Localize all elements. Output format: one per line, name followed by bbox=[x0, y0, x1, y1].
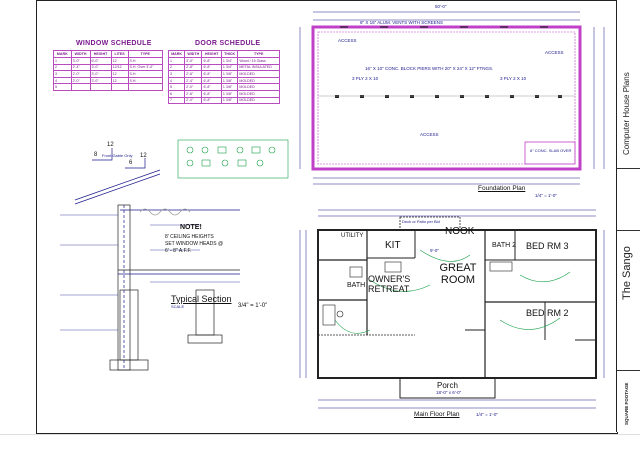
pitch-run-label: 12 bbox=[107, 142, 114, 148]
room-great-room: GREAT ROOM bbox=[439, 262, 477, 286]
deck-note: Deck or Patio per Bid bbox=[402, 219, 440, 224]
page-footer-strip bbox=[0, 434, 640, 461]
room-bath2: BATH 2 bbox=[492, 242, 516, 249]
beam-left-label: 3 PLY 2 X 10 bbox=[352, 76, 379, 81]
section-note-line: 6' - 8" A.F.F. bbox=[165, 248, 192, 254]
title-block-divider bbox=[617, 370, 640, 371]
section-note-text: 8' CEILING HEIGHTS SET WINDOW HEADS @ 6'… bbox=[165, 234, 223, 255]
title-block: Computer House Plans The Sango SQUARE FO… bbox=[616, 0, 640, 432]
foundation-width-dim: 50'-0" bbox=[435, 4, 447, 9]
room-bed3: BED RM 3 bbox=[526, 241, 569, 251]
section-note-title: NOTE! bbox=[180, 224, 202, 231]
plan-name: The Sango bbox=[621, 246, 633, 300]
porch-dimension: 18'-0" x 6'-0" bbox=[436, 390, 462, 395]
ceiling-height-note: 9'-0" bbox=[430, 248, 439, 253]
slab-note: 6" CONC. SLAB OVER bbox=[530, 148, 572, 153]
square-footage-label: SQUARE FOOTAGE bbox=[624, 382, 629, 425]
pitch-rise2-label: 6 bbox=[129, 160, 133, 166]
pitch-run2-label: 12 bbox=[140, 153, 147, 159]
section-scale-label: SCALE bbox=[171, 304, 185, 309]
floor-plan-scale: 1/4" = 1'-0" bbox=[476, 412, 498, 417]
beam-right-label: 3 PLY 2 X 10 bbox=[500, 76, 527, 81]
section-note-line: 8' CEILING HEIGHTS bbox=[165, 234, 214, 240]
section-title: Typical Section bbox=[171, 294, 232, 304]
section-note-line: SET WINDOW HEADS @ bbox=[165, 241, 224, 247]
room-bath: BATH bbox=[347, 282, 366, 289]
room-nook: NOOK bbox=[445, 226, 475, 237]
room-kitchen: KIT bbox=[385, 240, 401, 251]
footing-note: 16" X 10" CONC. BLOCK PIERS WITH 20" X 2… bbox=[365, 66, 494, 71]
room-utility: UTILITY bbox=[341, 233, 364, 239]
gable-note: Front Gable Only bbox=[102, 153, 133, 158]
room-porch: Porch bbox=[437, 381, 458, 390]
architectural-drawing bbox=[60, 11, 605, 409]
title-block-divider bbox=[617, 230, 640, 231]
floor-plan-title: Main Floor Plan bbox=[414, 411, 460, 418]
title-block-divider bbox=[617, 168, 640, 169]
foundation-plan-title: Foundation Plan bbox=[478, 185, 526, 192]
room-bed2: BED RM 2 bbox=[526, 308, 569, 318]
access-bottom-label: ACCESS bbox=[420, 132, 439, 137]
electrical-legend bbox=[177, 139, 289, 179]
vents-note: 8" X 16" ALUM. VENTS WITH SCREENS bbox=[360, 20, 443, 25]
company-name: Computer House Plans bbox=[622, 72, 631, 155]
room-owners-retreat: OWNER'S RETREAT bbox=[368, 274, 411, 294]
typical-section bbox=[74, 148, 240, 371]
foundation-plan-scale: 1/4" = 1'-0" bbox=[535, 193, 557, 198]
access-top-label: ACCESS bbox=[338, 38, 357, 43]
access-right-label: ACCESS bbox=[545, 50, 564, 55]
pitch-rise-label: 8 bbox=[94, 152, 98, 158]
section-scale: 3/4" = 1'-0" bbox=[238, 303, 268, 309]
